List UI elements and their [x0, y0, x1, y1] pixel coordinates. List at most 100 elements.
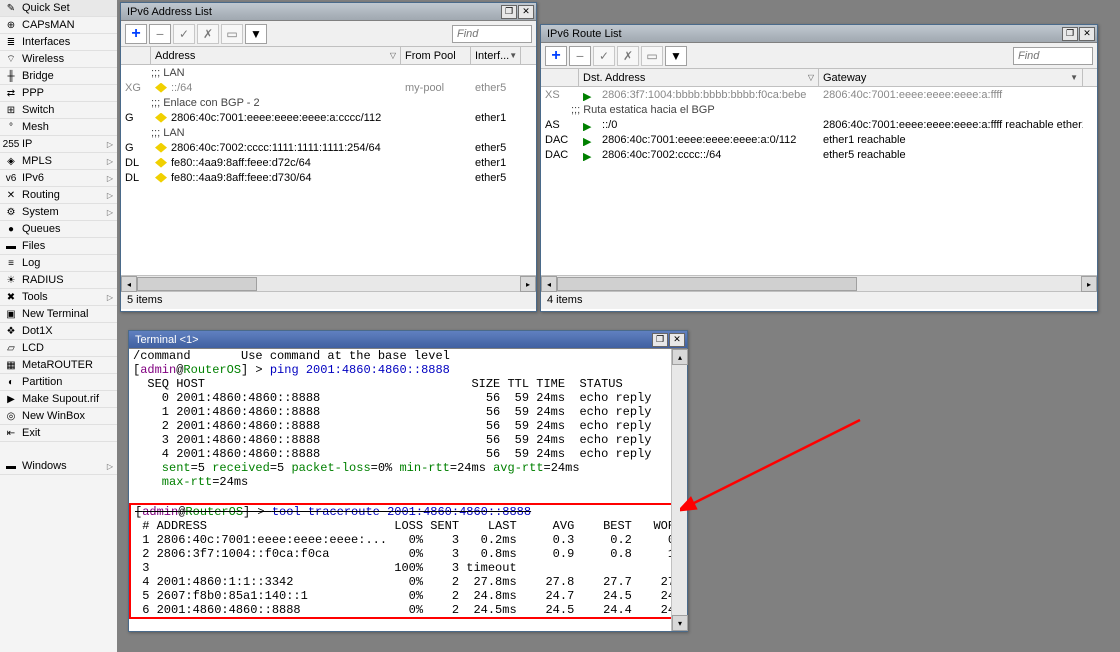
bridge-icon: ╫: [4, 69, 18, 83]
table-row[interactable]: G2806:40c:7002:cccc:1111:1111:1111:254/6…: [121, 140, 536, 155]
address-grid: Address▽ From Pool Interf...▼ ;;; LANXG:…: [121, 47, 536, 275]
col-dst[interactable]: Dst. Address▽: [579, 69, 819, 86]
sidebar-item-ppp[interactable]: ⇄PPP: [0, 85, 117, 102]
sidebar-item-quick-set[interactable]: ✎Quick Set: [0, 0, 117, 17]
sidebar-item-windows[interactable]: ▬Windows▷: [0, 458, 117, 475]
ipv6-address-list-window: IPv6 Address List ❐ ✕ + − ✓ ✗ ▭ ▼ Addres…: [120, 2, 537, 312]
route-icon: ▶: [583, 90, 595, 100]
sidebar-item-interfaces[interactable]: ≣ Interfaces: [0, 34, 117, 51]
sidebar-item-queues[interactable]: ●Queues: [0, 221, 117, 238]
enable-button[interactable]: ✓: [593, 46, 615, 66]
table-row[interactable]: DLfe80::4aa9:8aff:feee:d730/64ether5: [121, 170, 536, 185]
sidebar-item-bridge[interactable]: ╫Bridge: [0, 68, 117, 85]
find-input[interactable]: [452, 25, 532, 43]
exit-icon: ⇤: [4, 426, 18, 440]
add-button[interactable]: +: [125, 24, 147, 44]
statusbar: 4 items: [541, 291, 1097, 309]
close-button[interactable]: ✕: [1079, 27, 1095, 41]
disable-button[interactable]: ✗: [617, 46, 639, 66]
sidebar-item-dot1x[interactable]: ❖Dot1X: [0, 323, 117, 340]
terminal-output[interactable]: /command Use command at the base level […: [129, 349, 687, 629]
table-row[interactable]: XS▶ 2806:3f7:1004:bbbb:bbbb:bbbb:f0ca:be…: [541, 87, 1097, 102]
enable-button[interactable]: ✓: [173, 24, 195, 44]
sidebar-item-log[interactable]: ≡Log: [0, 255, 117, 272]
col-flags[interactable]: [541, 69, 579, 86]
sidebar-item-lcd[interactable]: ▱LCD: [0, 340, 117, 357]
filter-button[interactable]: ▼: [245, 24, 267, 44]
table-row[interactable]: DLfe80::4aa9:8aff:feee:d72c/64ether1: [121, 155, 536, 170]
restore-button[interactable]: ❐: [501, 5, 517, 19]
lcd-icon: ▱: [4, 341, 18, 355]
sidebar-item-metarouter[interactable]: ▦MetaROUTER: [0, 357, 117, 374]
sidebar-item-partition[interactable]: ◐Partition: [0, 374, 117, 391]
sidebar-item-label: Log: [22, 257, 40, 269]
sidebar-item-tools[interactable]: ✖Tools▷: [0, 289, 117, 306]
sidebar-item-switch[interactable]: ⊞Switch: [0, 102, 117, 119]
restore-button[interactable]: ❐: [1062, 27, 1078, 41]
grid-header: Dst. Address▽ Gateway▼: [541, 69, 1097, 87]
disable-button[interactable]: ✗: [197, 24, 219, 44]
sidebar-item-label: Mesh: [22, 121, 49, 133]
col-address[interactable]: Address▽: [151, 47, 401, 64]
address-icon: [155, 83, 167, 93]
sidebar-item-make-supout.rif[interactable]: ▶Make Supout.rif: [0, 391, 117, 408]
find-input[interactable]: [1013, 47, 1093, 65]
col-pool[interactable]: From Pool: [401, 47, 471, 64]
comment-button[interactable]: ▭: [221, 24, 243, 44]
comment-button[interactable]: ▭: [641, 46, 663, 66]
table-row[interactable]: G2806:40c:7001:eeee:eeee:eeee:a:cccc/112…: [121, 110, 536, 125]
table-row[interactable]: ;;; Enlace con BGP - 2: [121, 95, 536, 110]
filter-button[interactable]: ▼: [665, 46, 687, 66]
sidebar-item-label: Interfaces: [22, 36, 70, 48]
close-button[interactable]: ✕: [518, 5, 534, 19]
close-button[interactable]: ✕: [669, 333, 685, 347]
table-row[interactable]: DAC▶ 2806:40c:7002:cccc::/64ether5 reach…: [541, 147, 1097, 162]
col-iface[interactable]: Interf...▼: [471, 47, 521, 64]
sidebar-item-label: IP: [22, 138, 32, 150]
remove-button[interactable]: −: [149, 24, 171, 44]
table-row[interactable]: ;;; LAN: [121, 65, 536, 80]
titlebar[interactable]: Terminal <1> ❐ ✕: [129, 331, 687, 349]
titlebar[interactable]: IPv6 Address List ❐ ✕: [121, 3, 536, 21]
sidebar-item-new-terminal[interactable]: ▣New Terminal: [0, 306, 117, 323]
table-row[interactable]: DAC▶ 2806:40c:7001:eeee:eeee:eeee:a:0/11…: [541, 132, 1097, 147]
v-scrollbar[interactable]: ▴ ▾: [671, 349, 687, 631]
sidebar-item-system[interactable]: ⚙System▷: [0, 204, 117, 221]
remove-button[interactable]: −: [569, 46, 591, 66]
sidebar-item-ip[interactable]: 255IP▷: [0, 136, 117, 153]
sidebar-item-wireless[interactable]: ⌔Wireless: [0, 51, 117, 68]
sidebar-item-files[interactable]: ▬Files: [0, 238, 117, 255]
add-button[interactable]: +: [545, 46, 567, 66]
table-row[interactable]: AS▶ ::/02806:40c:7001:eeee:eeee:eeee:a:f…: [541, 117, 1097, 132]
sidebar-item-routing[interactable]: ✕Routing▷: [0, 187, 117, 204]
tools-icon: ✖: [4, 290, 18, 304]
highlighted-region: [admin@RouterOS] > tool traceroute 2001:…: [129, 503, 683, 619]
sidebar-item-capsman[interactable]: ⊕CAPsMAN: [0, 17, 117, 34]
sidebar-item-mpls[interactable]: ◈MPLS▷: [0, 153, 117, 170]
sidebar-item-label: Windows: [22, 460, 67, 472]
col-gw[interactable]: Gateway▼: [819, 69, 1083, 86]
sidebar-item-radius[interactable]: ☀RADIUS: [0, 272, 117, 289]
toolbar: + − ✓ ✗ ▭ ▼: [121, 21, 536, 47]
sidebar-item-label: Routing: [22, 189, 60, 201]
table-row[interactable]: XG::/64my-poolether5: [121, 80, 536, 95]
toolbar: + − ✓ ✗ ▭ ▼: [541, 43, 1097, 69]
titlebar[interactable]: IPv6 Route List ❐ ✕: [541, 25, 1097, 43]
annotation-arrow: [680, 410, 880, 520]
routing-icon: ✕: [4, 188, 18, 202]
sidebar-item-ipv6[interactable]: v6IPv6▷: [0, 170, 117, 187]
h-scrollbar[interactable]: ◂ ▸: [121, 275, 536, 291]
ipv6-route-list-window: IPv6 Route List ❐ ✕ + − ✓ ✗ ▭ ▼ Dst. Add…: [540, 24, 1098, 312]
address-icon: [155, 113, 167, 123]
table-row[interactable]: ;;; LAN: [121, 125, 536, 140]
route-icon: ▶: [583, 150, 595, 160]
h-scrollbar[interactable]: ◂ ▸: [541, 275, 1097, 291]
interfaces-icon: ≣: [4, 35, 18, 49]
restore-button[interactable]: ❐: [652, 333, 668, 347]
table-row[interactable]: ;;; Ruta estatica hacia el BGP: [541, 102, 1097, 117]
sidebar-item-mesh[interactable]: °Mesh: [0, 119, 117, 136]
col-flags[interactable]: [121, 47, 151, 64]
sidebar-item-label: New Terminal: [22, 308, 88, 320]
sidebar-item-exit[interactable]: ⇤Exit: [0, 425, 117, 442]
sidebar-item-new-winbox[interactable]: ◎New WinBox: [0, 408, 117, 425]
